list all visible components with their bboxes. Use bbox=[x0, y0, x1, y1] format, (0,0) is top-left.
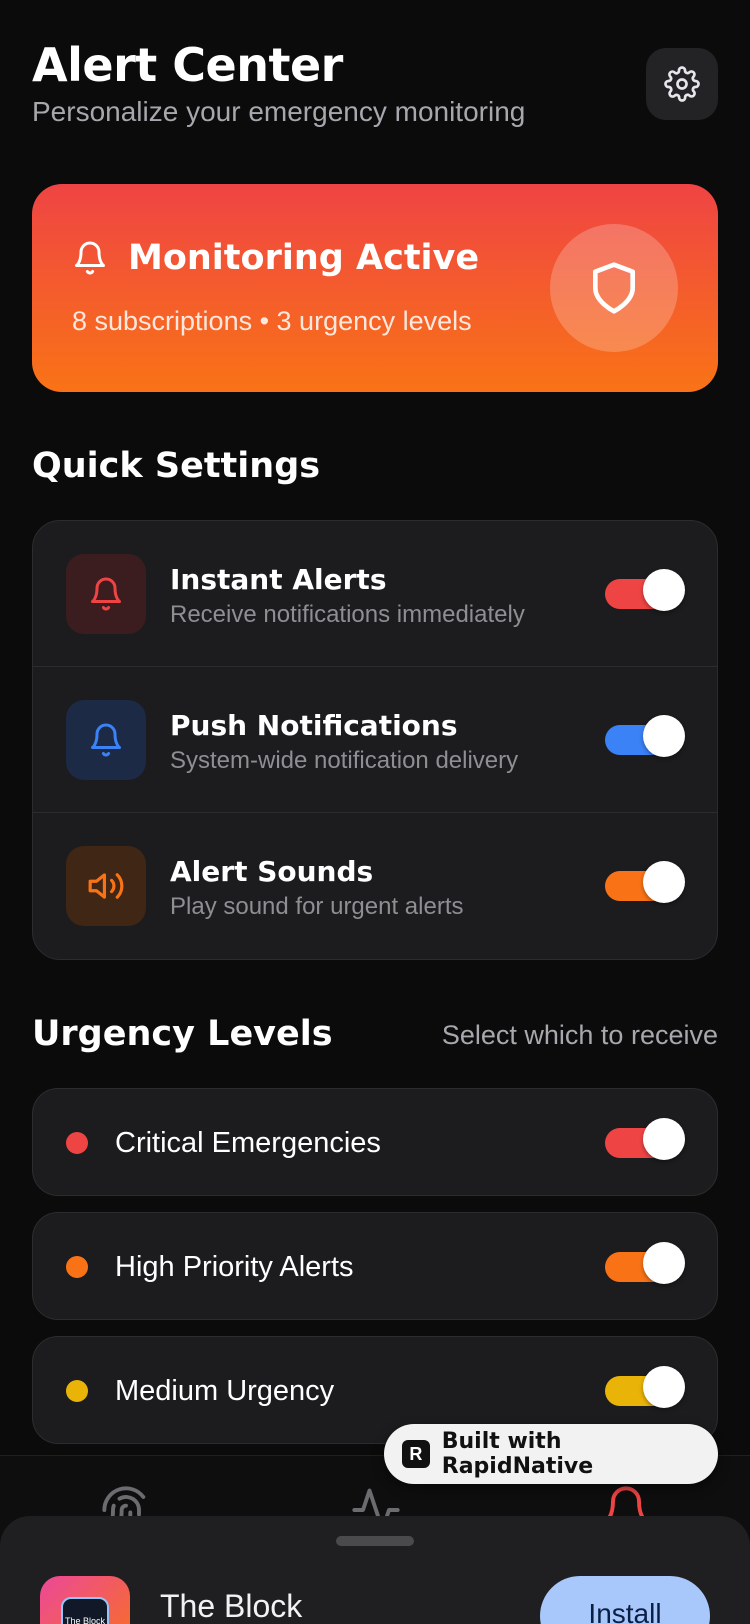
install-bottom-sheet: The Block The Block Install bbox=[0, 1516, 750, 1624]
alert-sounds-toggle[interactable] bbox=[605, 861, 685, 903]
quick-settings-title: Quick Settings bbox=[32, 446, 321, 486]
speaker-icon bbox=[88, 873, 124, 899]
urgency-item-high[interactable]: High Priority Alerts bbox=[32, 1212, 718, 1320]
settings-button[interactable] bbox=[646, 48, 718, 120]
page-subtitle: Personalize your emergency monitoring bbox=[32, 96, 526, 127]
bell-icon bbox=[75, 241, 105, 275]
push-notifications-toggle[interactable] bbox=[605, 715, 685, 757]
built-with-text: Built with RapidNative bbox=[441, 1429, 594, 1479]
setting-description: Receive notifications immediately bbox=[170, 601, 525, 628]
monitoring-title-row: Monitoring Active bbox=[72, 238, 479, 278]
toggle-knob bbox=[643, 1118, 685, 1160]
urgency-levels-hint: Select which to receive bbox=[441, 1020, 718, 1050]
setting-row-instant-alerts[interactable]: Instant Alerts Receive notifications imm… bbox=[33, 521, 717, 667]
app-icon: The Block bbox=[40, 1576, 130, 1624]
alert-sounds-icon-tile bbox=[66, 846, 146, 926]
setting-description: Play sound for urgent alerts bbox=[170, 893, 464, 920]
monitoring-title: Monitoring Active bbox=[128, 238, 480, 278]
urgency-label: High Priority Alerts bbox=[115, 1251, 354, 1283]
alert-center-screen: Alert Center Personalize your emergency … bbox=[0, 0, 750, 1624]
urgency-dot bbox=[66, 1380, 88, 1402]
monitoring-status-card[interactable]: Monitoring Active 8 subscriptions • 3 ur… bbox=[32, 184, 718, 392]
push-notifications-icon-tile bbox=[66, 700, 146, 780]
bell-icon bbox=[91, 723, 121, 757]
toggle-knob bbox=[643, 861, 685, 903]
quick-settings-card: Instant Alerts Receive notifications imm… bbox=[32, 520, 718, 960]
page-title: Alert Center bbox=[32, 38, 343, 92]
monitoring-summary: 8 subscriptions • 3 urgency levels bbox=[72, 306, 472, 336]
app-icon-logo: The Block bbox=[61, 1597, 109, 1624]
header: Alert Center Personalize your emergency … bbox=[32, 36, 718, 136]
gear-icon bbox=[664, 66, 700, 102]
instant-alerts-icon-tile bbox=[66, 554, 146, 634]
built-with-badge[interactable]: R Built with RapidNative bbox=[384, 1424, 718, 1484]
urgency-dot bbox=[66, 1132, 88, 1154]
toggle-knob bbox=[643, 715, 685, 757]
setting-label: Push Notifications bbox=[170, 709, 458, 742]
setting-description: System-wide notification delivery bbox=[170, 747, 519, 774]
urgency-item-critical[interactable]: Critical Emergencies bbox=[32, 1088, 718, 1196]
instant-alerts-toggle[interactable] bbox=[605, 569, 685, 611]
rapidnative-logo-icon: R bbox=[402, 1440, 430, 1468]
setting-row-push-notifications[interactable]: Push Notifications System-wide notificat… bbox=[33, 667, 717, 813]
toggle-knob bbox=[643, 569, 685, 611]
install-button[interactable]: Install bbox=[540, 1576, 710, 1624]
urgency-dot bbox=[66, 1256, 88, 1278]
urgency-label: Medium Urgency bbox=[115, 1375, 335, 1407]
shield-icon bbox=[593, 262, 635, 314]
setting-label: Alert Sounds bbox=[170, 855, 374, 888]
medium-urgency-toggle[interactable] bbox=[605, 1366, 685, 1408]
high-priority-alerts-toggle[interactable] bbox=[605, 1242, 685, 1284]
urgency-levels-title: Urgency Levels bbox=[32, 1014, 333, 1054]
app-name: The Block bbox=[160, 1588, 303, 1624]
setting-row-alert-sounds[interactable]: Alert Sounds Play sound for urgent alert… bbox=[33, 813, 717, 959]
toggle-knob bbox=[643, 1242, 685, 1284]
toggle-knob bbox=[643, 1366, 685, 1408]
shield-badge bbox=[550, 224, 678, 352]
setting-label: Instant Alerts bbox=[170, 563, 387, 596]
critical-emergencies-toggle[interactable] bbox=[605, 1118, 685, 1160]
urgency-label: Critical Emergencies bbox=[115, 1127, 381, 1159]
sheet-grabber[interactable] bbox=[336, 1536, 414, 1546]
bell-icon bbox=[91, 577, 121, 611]
